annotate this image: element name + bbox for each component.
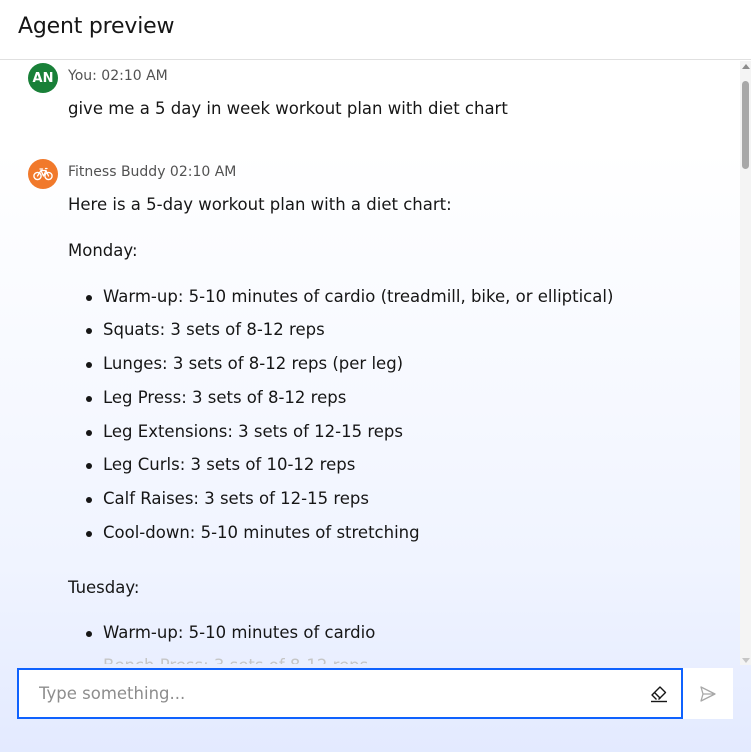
scroll-up-arrow[interactable] bbox=[740, 61, 751, 71]
bullet bbox=[86, 396, 92, 402]
header: Agent preview bbox=[0, 0, 751, 60]
day-heading: Monday: bbox=[68, 241, 138, 260]
bot-message-meta: Fitness Buddy 02:10 AM bbox=[68, 164, 237, 180]
user-message-text: give me a 5 day in week workout plan wit… bbox=[68, 99, 508, 118]
list-item: Calf Raises: 3 sets of 12-15 reps bbox=[103, 489, 369, 508]
clear-button[interactable] bbox=[647, 682, 671, 706]
message-input[interactable] bbox=[19, 670, 639, 717]
user-avatar: AN bbox=[28, 63, 58, 93]
list-item: Warm-up: 5-10 minutes of cardio bbox=[103, 623, 376, 642]
send-icon bbox=[700, 685, 716, 702]
scroll-down-arrow[interactable] bbox=[740, 655, 751, 665]
list-item: Leg Extensions: 3 sets of 12-15 reps bbox=[103, 422, 403, 441]
bullet bbox=[86, 497, 92, 503]
page-title: Agent preview bbox=[18, 14, 175, 39]
bullet bbox=[86, 463, 92, 469]
bullet bbox=[86, 295, 92, 301]
day-heading: Tuesday: bbox=[68, 578, 140, 597]
bullet bbox=[86, 362, 92, 368]
send-button[interactable] bbox=[683, 668, 733, 719]
list-item: Warm-up: 5-10 minutes of cardio (treadmi… bbox=[103, 287, 614, 306]
user-message-meta: You: 02:10 AM bbox=[68, 68, 168, 84]
eraser-icon bbox=[651, 686, 667, 703]
list-item: Lunges: 3 sets of 8-12 reps (per leg) bbox=[103, 354, 404, 373]
bicycle-icon bbox=[33, 167, 53, 181]
bullet bbox=[86, 430, 92, 436]
list-item: Leg Curls: 3 sets of 10-12 reps bbox=[103, 455, 356, 474]
list-item: Bench Press: 3 sets of 8-12 reps bbox=[103, 656, 368, 664]
bullet bbox=[86, 531, 92, 537]
chat-transcript: AN You: 02:10 AM give me a 5 day in week… bbox=[0, 61, 740, 664]
message-composer bbox=[17, 668, 683, 719]
bullet bbox=[86, 631, 92, 637]
list-item: Cool-down: 5-10 minutes of stretching bbox=[103, 523, 420, 542]
avatar-initials: AN bbox=[32, 70, 54, 86]
bot-intro-text: Here is a 5-day workout plan with a diet… bbox=[68, 195, 452, 214]
list-item: Squats: 3 sets of 8-12 reps bbox=[103, 320, 325, 339]
bullet bbox=[86, 328, 92, 334]
list-item: Leg Press: 3 sets of 8-12 reps bbox=[103, 388, 347, 407]
scroll-thumb[interactable] bbox=[742, 81, 749, 169]
bot-avatar bbox=[28, 159, 58, 189]
chat-scrollbar[interactable] bbox=[740, 61, 751, 665]
